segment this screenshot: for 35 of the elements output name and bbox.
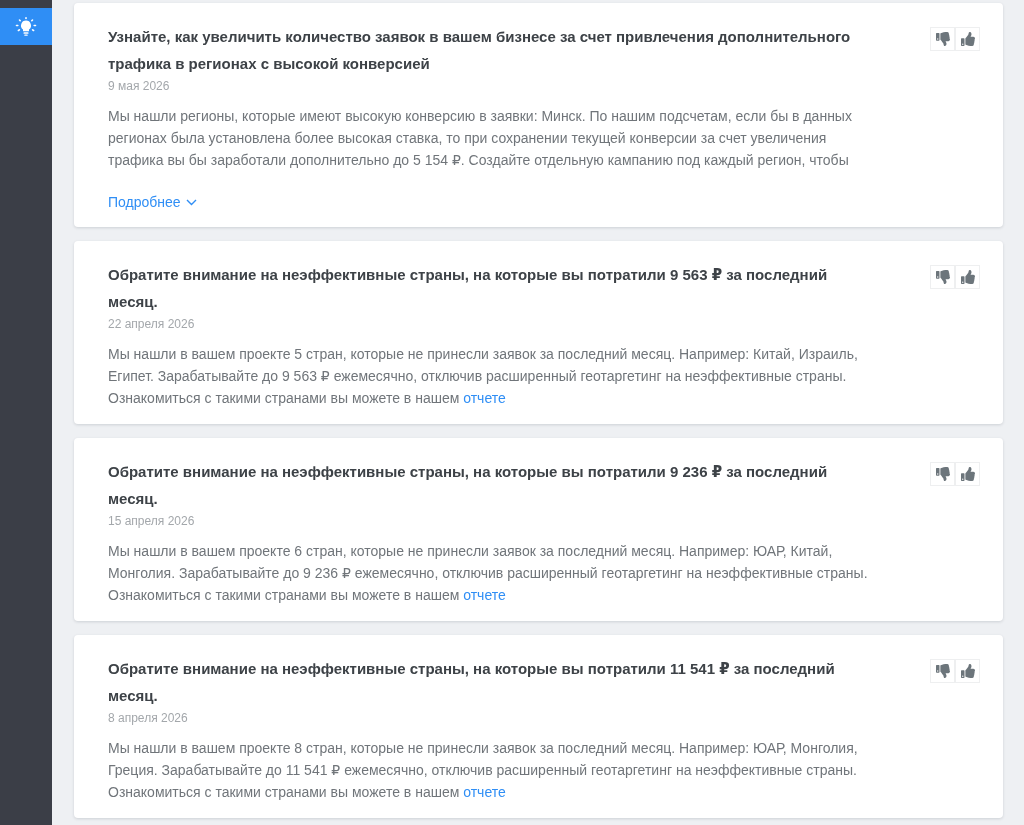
card-title: Обратите внимание на неэффективные страны, на которые вы потратили 11 541 ₽ за последний месяц. — [108, 659, 836, 706]
chevron-icon — [185, 198, 197, 206]
sidebar-item[interactable] — [0, 8, 52, 45]
thumbs-down-icon — [935, 32, 950, 46]
card-date: 8 апреля 2026 — [108, 710, 188, 727]
card-date: 15 апреля 2026 — [108, 513, 195, 530]
thumbs-up-icon — [960, 32, 975, 46]
card-text: Мы нашли регионы, которые имеют высокую конверсию в заявки: Минск. По нашим подсчетам, если бы в данных регионах была установлена более высокая ставка, то при сохранении текущей конверсии за счет увеличения трафика вы бы заработали дополнительно до 5 154 ₽. Создайте отдельную кампанию под каждый регион, чтобы — [108, 107, 853, 170]
like-button[interactable] — [955, 265, 980, 289]
thumbs-down-icon — [935, 270, 950, 284]
like-button[interactable] — [955, 659, 980, 683]
thumbs-up-icon — [960, 467, 975, 481]
like-button[interactable] — [955, 27, 980, 51]
thumbs-down-icon — [935, 664, 950, 678]
card-title: Обратите внимание на неэффективные страны, на которые вы потратили 9 236 ₽ за последний месяц. — [108, 462, 829, 509]
thumbs-up-icon — [960, 664, 975, 678]
card-date: 9 мая 2026 — [108, 78, 170, 95]
thumbs-down-icon — [935, 467, 950, 481]
card-text: Мы нашли в вашем проекте 5 стран, которые не принесли заявок за последний месяц. Например: Китай, Израиль, Египет. Зарабатывайте до 9 563 ₽ ежемесячно, отключив расширенный геотаргетинг на неэффективные страны. Ознакомиться с такими странами вы можете в нашем отчете — [108, 345, 859, 408]
dislike-button[interactable] — [930, 265, 955, 289]
card-title: Обратите внимание на неэффективные страны, на которые вы потратили 9 563 ₽ за последний месяц. — [108, 265, 829, 312]
card-date: 22 апреля 2026 — [108, 316, 195, 333]
like-button[interactable] — [955, 462, 980, 486]
dislike-button[interactable] — [930, 659, 955, 683]
report-link[interactable]: отчете — [463, 587, 506, 603]
lightbulb-icon — [15, 16, 37, 37]
card-title: Узнайте, как увеличить количество заявок в вашем бизнесе за счет привлечения дополнительного трафика в регионах с высокой конверсией — [108, 27, 852, 74]
report-link[interactable]: отчете — [463, 390, 506, 406]
thumbs-up-icon — [960, 270, 975, 284]
report-link[interactable]: отчете — [463, 784, 506, 800]
dislike-button[interactable] — [930, 462, 955, 486]
card-text: Мы нашли в вашем проекте 8 стран, которые не принесли заявок за последний месяц. Например: ЮАР, Монголия, Греция. Зарабатывайте до 11 541 ₽ ежемесячно, отключив расширенный геотаргетинг на неэффективные страны. Ознакомиться с такими странами вы можете в нашем отчете — [108, 739, 859, 802]
card-text: Мы нашли в вашем проекте 6 стран, которые не принесли заявок за последний месяц. Например: ЮАР, Китай, Монголия. Зарабатывайте до 9 236 ₽ ежемесячно, отключив расширенный геотаргетинг на неэффективные страны. Ознакомиться с такими странами вы можете в нашем отчете — [108, 542, 869, 605]
more-button[interactable]: Подробнее — [108, 192, 197, 212]
dislike-button[interactable] — [930, 27, 955, 51]
